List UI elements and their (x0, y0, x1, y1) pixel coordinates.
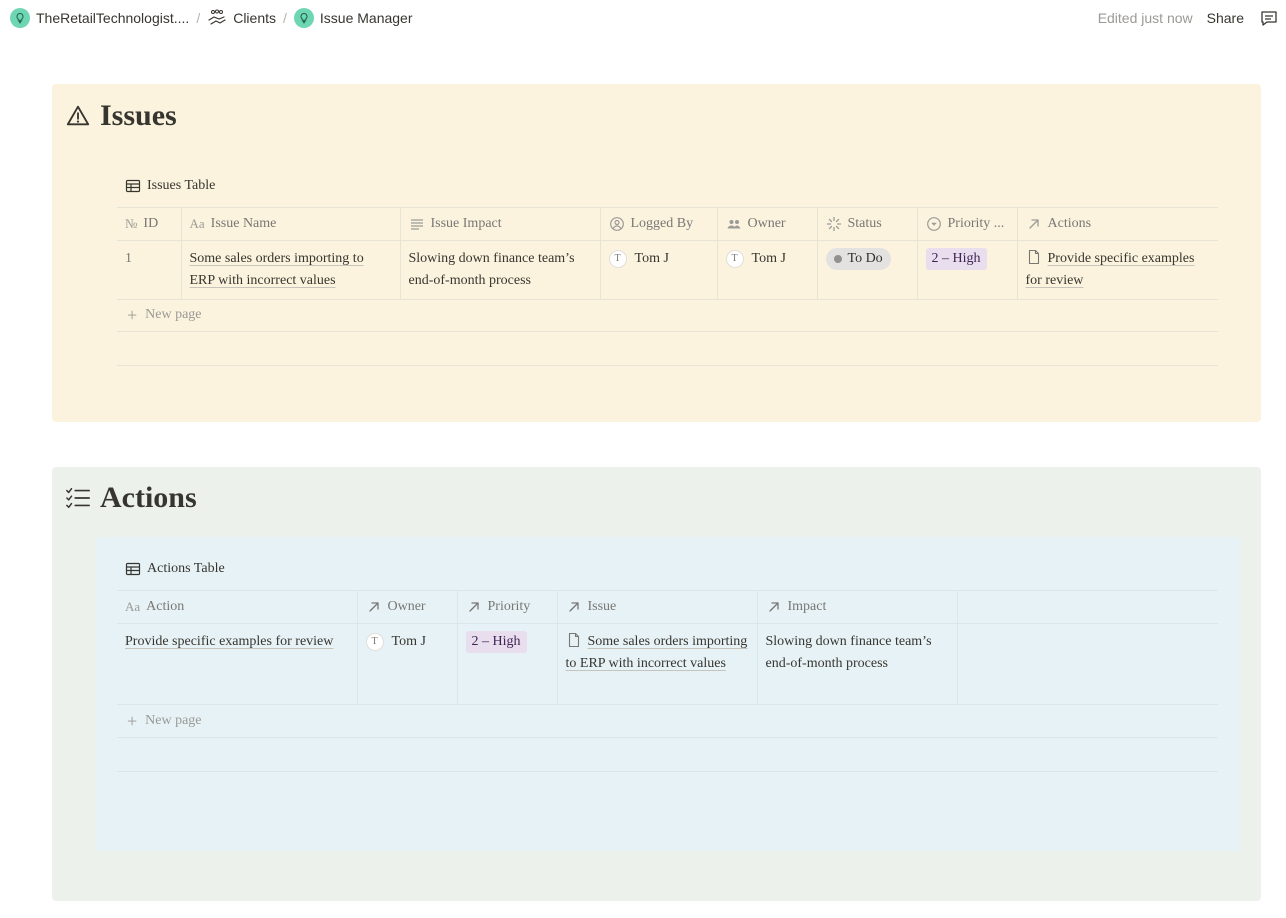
issues-new-page-button[interactable]: + New page (117, 298, 202, 331)
people-icon (727, 220, 740, 229)
action-owner-cell[interactable]: T Tom J (357, 623, 458, 705)
divider (117, 737, 1218, 738)
divider (117, 331, 1218, 332)
issues-table-header: № ID Aa Issue Name Issue Impact Logged By … (117, 207, 1218, 241)
issues-table-title[interactable]: Issues Table (125, 178, 215, 194)
breadcrumb: TheRetailTechnologist.... / Clients / Is… (0, 6, 419, 30)
breadcrumb-issue-manager[interactable]: Issue Manager (288, 6, 419, 30)
actions-table-header: Aa Action Owner Priority Issue Impact (117, 590, 1218, 624)
column-header-owner[interactable]: Owner (717, 207, 818, 241)
select-icon (926, 217, 941, 231)
column-header-issue[interactable]: Issue (557, 590, 758, 624)
status-dot-icon (833, 255, 842, 263)
page-icon (1028, 249, 1039, 265)
text-property-icon: Aa (125, 599, 141, 614)
status-badge: To Do (825, 248, 891, 270)
breadcrumb-clients[interactable]: Clients (201, 6, 282, 30)
actions-table-title-label: Actions Table (147, 561, 225, 576)
number-icon: № (125, 216, 138, 231)
logged-by-cell[interactable]: T Tom J (600, 240, 718, 300)
table-icon (125, 179, 141, 193)
text-property-icon: Aa (189, 216, 205, 231)
column-header-priority[interactable]: Priority (457, 590, 558, 624)
relation-arrow-icon (368, 602, 379, 612)
divider (117, 771, 1218, 772)
action-issue-cell[interactable]: Some sales orders importing to ERP with … (557, 623, 758, 705)
comment-icon[interactable] (1258, 7, 1280, 29)
lines-icon (410, 219, 423, 230)
issues-callout: Issues Issues Table № ID Aa Issue Name Iss… (52, 84, 1261, 422)
column-header-action[interactable]: Aa Action (117, 590, 358, 624)
priority-cell[interactable]: 2 – High (917, 240, 1018, 300)
status-loader-icon (826, 216, 841, 232)
owner-cell[interactable]: T Tom J (717, 240, 818, 300)
warning-icon (64, 102, 92, 130)
issue-id-cell: 1 (117, 240, 182, 300)
top-bar-actions: Edited just now Share (1098, 0, 1286, 36)
column-header-impact[interactable]: Impact (757, 590, 958, 624)
relation-arrow-icon (768, 602, 779, 612)
priority-tag: 2 – High (465, 631, 527, 653)
column-header-priority[interactable]: Priority ... (917, 207, 1018, 241)
issue-name-cell[interactable]: Some sales orders importing to ERP with … (181, 240, 401, 300)
column-header-issue-name[interactable]: Aa Issue Name (181, 207, 401, 241)
issue-impact-cell: Slowing down finance team’s end-of-month… (400, 240, 601, 300)
column-header-actions[interactable]: Actions (1017, 207, 1218, 241)
priority-tag: 2 – High (925, 248, 987, 270)
actions-inner-callout: Actions Table Aa Action Owner Priority Is… (96, 537, 1240, 851)
issue-link[interactable]: Some sales orders importing to ERP with … (566, 634, 748, 671)
empty-cell (957, 623, 1218, 705)
breadcrumb-clients-label: Clients (233, 10, 276, 26)
issues-table-title-label: Issues Table (147, 178, 216, 193)
avatar: T (365, 633, 384, 651)
lightbulb-icon (10, 8, 30, 28)
column-header-status[interactable]: Status (817, 207, 918, 241)
avatar: T (725, 250, 744, 268)
top-bar: TheRetailTechnologist.... / Clients / Is… (0, 0, 1286, 36)
breadcrumb-page-label: Issue Manager (319, 10, 413, 26)
edited-status: Edited just now (1097, 10, 1193, 26)
actions-relation-cell[interactable]: Provide specific examples for review (1017, 240, 1218, 300)
action-cell[interactable]: Provide specific examples for review (117, 623, 358, 705)
issue-name-link[interactable]: Some sales orders importing to ERP with … (190, 251, 364, 288)
column-header-logged-by[interactable]: Logged By (600, 207, 718, 241)
person-circle-icon (609, 217, 624, 231)
relation-arrow-icon (568, 602, 579, 612)
page-icon (568, 632, 579, 648)
actions-callout: Actions Actions Table Aa Action Owner Pri… (52, 467, 1261, 901)
plus-icon: + (127, 304, 138, 325)
avatar: T (608, 250, 627, 268)
plus-icon: + (127, 710, 138, 731)
actions-table-title[interactable]: Actions Table (125, 561, 225, 577)
column-header-id[interactable]: № ID (117, 207, 182, 241)
handshake-icon (207, 8, 227, 28)
column-header-empty (957, 590, 1218, 624)
issues-title: Issues (100, 99, 177, 132)
divider (117, 365, 1218, 366)
table-icon (125, 562, 141, 576)
checklist-icon (64, 484, 92, 512)
actions-table: Aa Action Owner Priority Issue Impact Pro… (117, 590, 1218, 705)
action-impact-cell: Slowing down finance team’s end-of-month… (757, 623, 958, 705)
column-header-owner[interactable]: Owner (357, 590, 458, 624)
lightbulb-icon (293, 8, 314, 28)
relation-arrow-icon (1028, 219, 1039, 229)
action-name-link[interactable]: Provide specific examples for review (125, 634, 333, 649)
breadcrumb-workspace[interactable]: TheRetailTechnologist.... (4, 6, 195, 30)
issues-heading: Issues (64, 99, 177, 133)
action-priority-cell[interactable]: 2 – High (457, 623, 558, 705)
actions-title: Actions (100, 481, 197, 514)
action-link[interactable]: Provide specific examples for review (1026, 251, 1195, 288)
status-cell[interactable]: To Do (817, 240, 918, 300)
relation-arrow-icon (468, 602, 479, 612)
actions-heading: Actions (64, 481, 197, 515)
table-row[interactable]: Provide specific examples for review T To… (117, 623, 1218, 705)
actions-new-page-button[interactable]: + New page (117, 704, 202, 737)
table-row[interactable]: 1 Some sales orders importing to ERP wit… (117, 240, 1218, 300)
issues-table: № ID Aa Issue Name Issue Impact Logged By … (117, 207, 1218, 300)
column-header-issue-impact[interactable]: Issue Impact (400, 207, 601, 241)
breadcrumb-workspace-label: TheRetailTechnologist.... (36, 10, 190, 26)
share-button[interactable]: Share (1203, 8, 1248, 28)
